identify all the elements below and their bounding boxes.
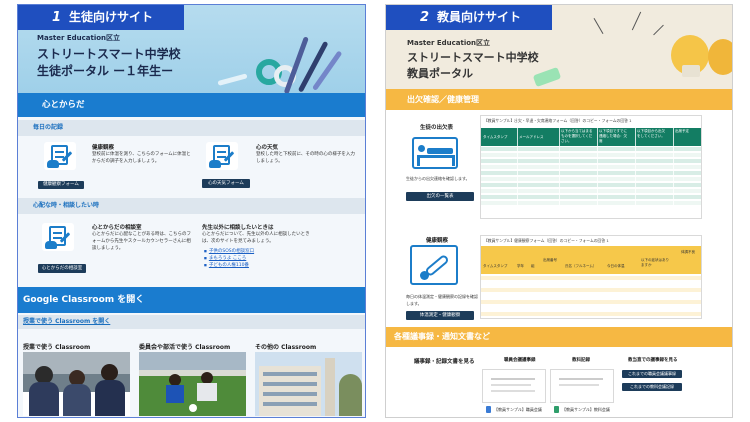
teacher-health-button[interactable]: 体温測定・健康観察 bbox=[406, 311, 474, 320]
teacher-portal-title: 教員ポータル bbox=[407, 67, 473, 80]
google-docs-icon bbox=[554, 406, 559, 413]
health-spreadsheet-preview: 【教員サンプル】健康観察フォーム（回答）のコピー・フォームの回答 1 タイムスタ… bbox=[480, 235, 702, 319]
documents-title: 議事録・記録文書を見る bbox=[414, 359, 475, 365]
sheet2-header: タイムスタンプ 学年 組 出席番号 氏名（フルネーム） 今日の体温 以下の症状は… bbox=[481, 246, 701, 274]
classroom-card-other-image[interactable] bbox=[255, 352, 362, 416]
form-document-icon bbox=[206, 142, 238, 170]
staff-meeting-doc-preview[interactable] bbox=[482, 369, 546, 403]
staff-meeting-column-title: 職員会議議事録 bbox=[504, 358, 536, 363]
health-check-title: 健康観察 bbox=[92, 145, 115, 151]
class-classroom-link[interactable]: 授業で使う Classroom を開く bbox=[18, 315, 365, 329]
subject-record-column-title: 教科記録 bbox=[572, 358, 590, 363]
student-site-panel: 1 生徒向けサイト Master Education区立 ストリートスマート中学校… bbox=[17, 4, 366, 418]
form-document-icon bbox=[42, 223, 74, 251]
consult-room-button[interactable]: 心とからだの相談室 bbox=[38, 264, 86, 273]
attendance-spreadsheet-preview: 【教員サンプル】出欠・早退・欠席連絡フォーム（回答）のコピー・フォームの回答 1… bbox=[480, 115, 702, 219]
section-google-classroom: Google Classroom を開く bbox=[18, 287, 365, 313]
teacher-health-title: 健康観察 bbox=[426, 238, 449, 244]
thermometer-icon bbox=[410, 245, 458, 285]
mood-desc: 登校した時と下校前に、その時の心の様子を入力しましょう。 bbox=[256, 152, 355, 164]
google-docs-icon bbox=[486, 406, 491, 413]
link-mamorou[interactable]: まもろうよ こころ bbox=[204, 255, 246, 261]
link-child-rights[interactable]: 子どもの人権110番 bbox=[204, 262, 249, 268]
health-check-form-button[interactable]: 健康観察フォーム bbox=[38, 181, 84, 189]
consult-desc: 心とからだに心配なことがある時は、こちらのフォームから先生やスクールカウンセラー… bbox=[92, 232, 191, 251]
link-sos-window[interactable]: 子供のSOSの相談窓口 bbox=[204, 248, 254, 254]
past-staff-minutes-button[interactable]: これまでの職員会議議事録 bbox=[622, 370, 682, 378]
screenshot-root: 1 生徒向けサイト Master Education区立 ストリートスマート中学校… bbox=[0, 0, 750, 422]
student-portal-title: 生徒ポータル ー１年生ー bbox=[37, 64, 174, 78]
subsection-worry: 心配な時・相談したい時 bbox=[18, 198, 365, 214]
classroom-card-title-other: その他の Classroom bbox=[255, 344, 317, 351]
subsection-daily-record: 毎日の記録 bbox=[18, 120, 365, 136]
section-attendance-health: 出欠確認／健康管理 bbox=[386, 89, 732, 110]
section-documents: 各種議事録・通知文書など bbox=[386, 327, 732, 347]
attendance-desc: 生徒からの出欠連絡を確認します。 bbox=[406, 176, 470, 181]
student-site-tag: 1 生徒向けサイト bbox=[18, 5, 184, 30]
student-school-ward: Master Education区立 bbox=[37, 34, 121, 42]
lightbulb-base bbox=[682, 65, 700, 77]
highlighter-icon bbox=[532, 66, 562, 88]
sheet2-title: 【教員サンプル】健康観察フォーム（回答）のコピー・フォームの回答 1 bbox=[484, 238, 609, 243]
other-consult-desc: 心とからだについて、先生以外の人に相談したいときは、次のサイトを見てみましょう。 bbox=[202, 232, 310, 244]
teacher-school-name: ストリートスマート中学校 bbox=[407, 51, 539, 64]
mood-form-button[interactable]: 心の天気フォーム bbox=[202, 179, 250, 188]
subject-meeting-doc-link[interactable]: 【教員サンプル】教科会議 bbox=[562, 406, 610, 413]
teacher-site-tag: 2 教員向けサイト bbox=[386, 5, 552, 30]
section-heart-body: 心とからだ bbox=[18, 93, 365, 117]
hospital-bed-icon bbox=[412, 137, 458, 169]
student-school-name: ストリートスマート中学校 bbox=[37, 47, 181, 61]
staff-meeting-doc-link[interactable]: 【教員サンプル】職員会議 bbox=[494, 406, 542, 413]
classroom-card-class-image[interactable] bbox=[23, 352, 130, 416]
teacher-site-panel: 2 教員向けサイト Master Education区立 ストリートスマート中学校… bbox=[385, 4, 733, 418]
other-consult-title: 先生以外に相談したいときは bbox=[202, 225, 274, 231]
attendance-list-button[interactable]: 出欠の一覧表 bbox=[406, 192, 474, 201]
health-check-desc: 登校前に体温を測り、こちらのフォームに体温とからだの調子を入力しましょう。 bbox=[92, 152, 191, 164]
teacher-health-desc: 毎日の体温測定・健康観察の記録を確認します。 bbox=[406, 294, 478, 306]
classroom-card-club-image[interactable] bbox=[139, 352, 246, 416]
classroom-card-title-class: 授業で使う Classroom bbox=[23, 344, 91, 351]
subject-meeting-doc-preview[interactable] bbox=[550, 369, 614, 403]
consult-title: 心とからだの相談室 bbox=[92, 225, 142, 231]
attendance-title: 生徒の出欠表 bbox=[420, 125, 454, 131]
sheet1-title: 【教員サンプル】出欠・早退・欠席連絡フォーム（回答）のコピー・フォームの回答 1 bbox=[484, 118, 632, 123]
classroom-card-title-club: 委員会や部活で使う Classroom bbox=[139, 344, 231, 351]
mood-title: 心の天気 bbox=[256, 145, 279, 151]
teacher-school-ward: Master Education区立 bbox=[407, 39, 491, 47]
past-subject-records-button[interactable]: これまでの教科会議記録 bbox=[622, 383, 682, 391]
past-minutes-column-title: 教当直での議事録を見る bbox=[628, 358, 678, 363]
sheet1-header: タイムスタンプ メールアドレス 以下から当てはまるものを選択してください。 以下… bbox=[481, 128, 701, 146]
form-document-icon bbox=[44, 142, 76, 170]
pencil-icon bbox=[217, 73, 248, 86]
